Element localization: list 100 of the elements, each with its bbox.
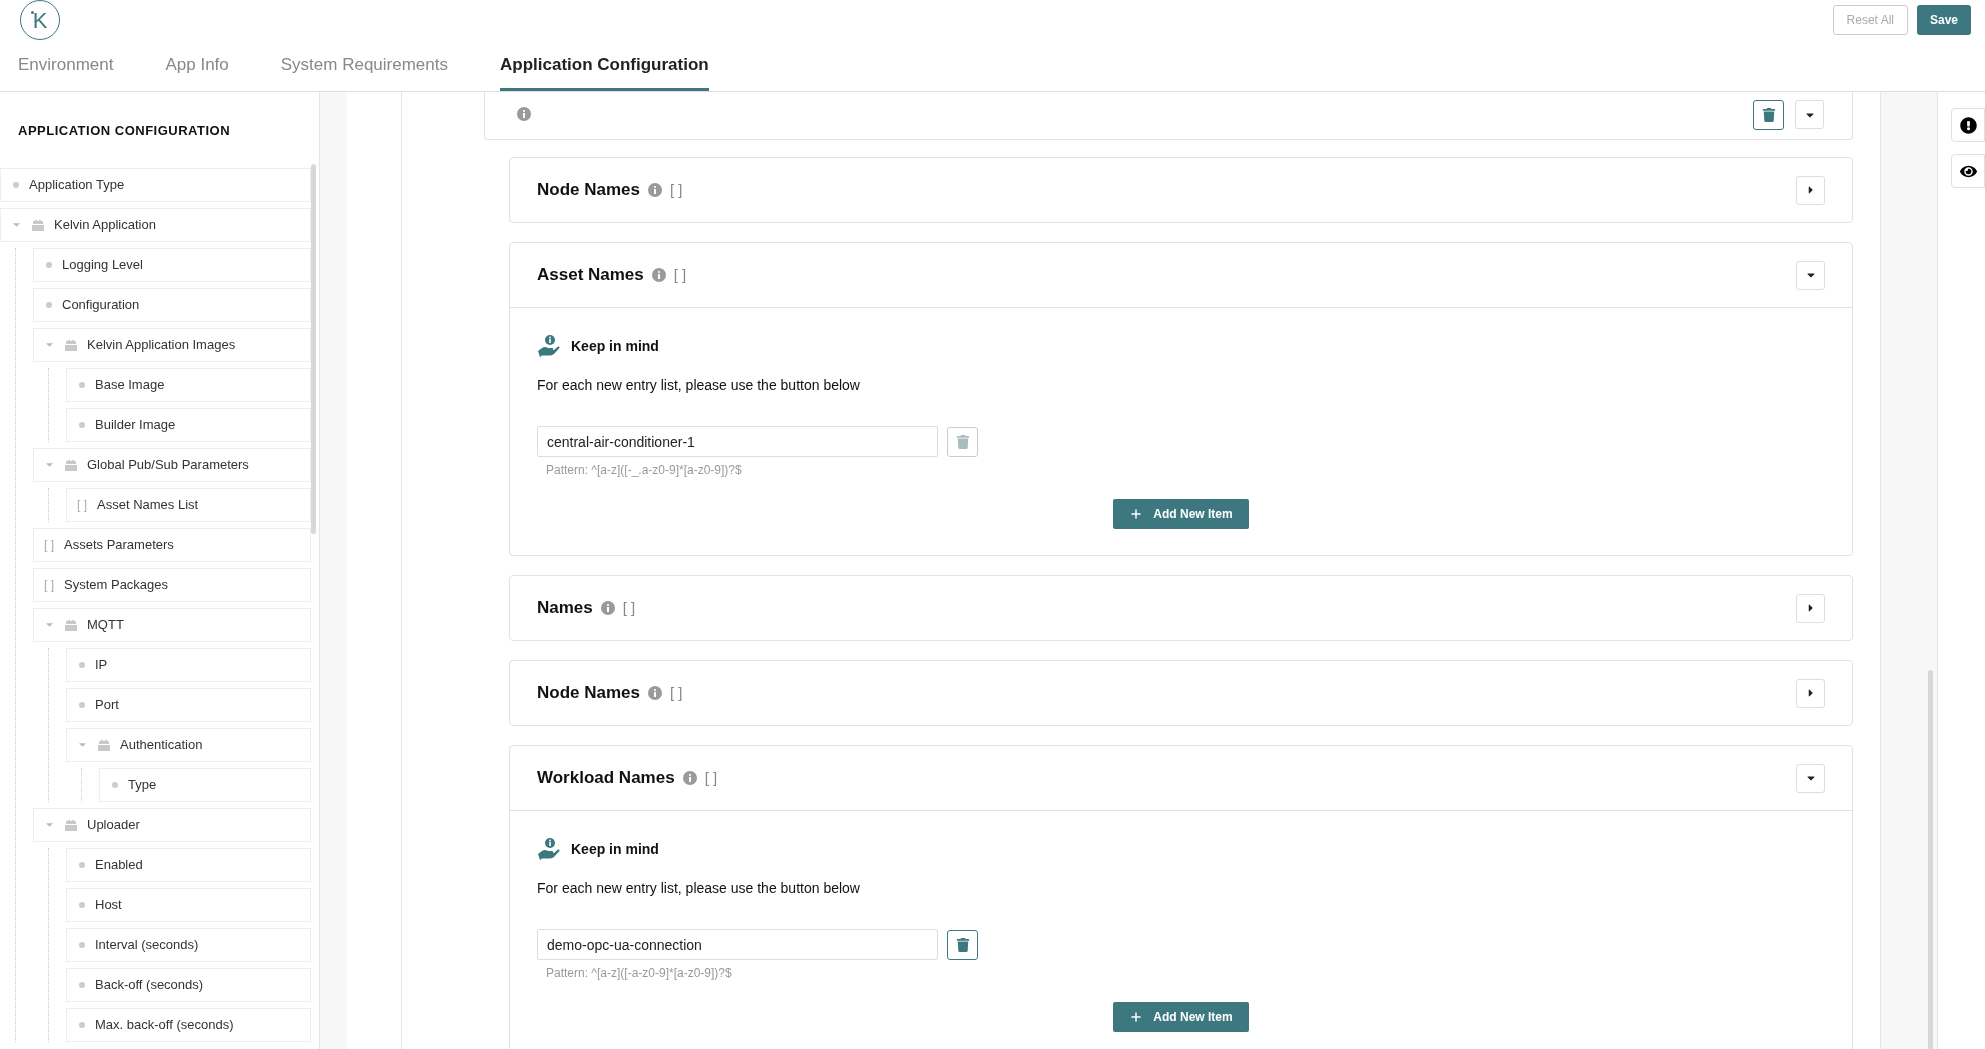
text-input[interactable]: demo-opc-ua-connection — [537, 929, 938, 960]
eye-icon[interactable] — [1951, 154, 1985, 188]
bullet-icon — [112, 781, 118, 788]
tree-item[interactable]: Global Pub/Sub Parameters — [33, 447, 311, 482]
tree-item-label: Builder Image — [95, 415, 176, 434]
plus-icon — [1129, 1010, 1144, 1024]
section-title: Asset Names — [537, 264, 644, 287]
expand-button[interactable] — [1795, 100, 1824, 129]
tree-item[interactable]: Max. back-off (seconds) — [66, 1007, 311, 1042]
tree-item-label: Kelvin Application Images — [87, 335, 236, 354]
tree-item[interactable]: [ ] System Packages — [33, 567, 311, 602]
tree-item-label: Interval (seconds) — [95, 935, 199, 954]
add-new-item-button[interactable]: Add New Item — [1113, 1002, 1249, 1032]
tree-item-label: Back-off (seconds) — [95, 975, 204, 994]
tab[interactable]: System Requirements — [280, 41, 448, 91]
pattern-hint: Pattern: ^[a-z]([-_.a-z0-9]*[a-z0-9])?$ — [546, 462, 743, 479]
tab[interactable]: Application Configuration — [500, 41, 709, 91]
tree-item[interactable]: Interval (seconds) — [66, 927, 311, 962]
tree-item[interactable]: Kelvin Application — [0, 207, 311, 242]
bullet-icon — [79, 901, 85, 908]
tree-item-label: Type — [128, 775, 157, 794]
box-icon — [98, 738, 110, 751]
bullet-icon — [79, 941, 85, 948]
info-icon — [651, 268, 666, 282]
tree-item[interactable]: Enabled — [66, 847, 311, 882]
trash-icon — [1761, 108, 1776, 122]
tree-item-label: Application Type — [29, 175, 125, 194]
tree-item[interactable]: MQTT — [33, 607, 311, 642]
tree-item-label: IP — [95, 655, 108, 674]
tree-item[interactable]: IP — [66, 647, 311, 682]
tree-item-label: Assets Parameters — [64, 535, 174, 554]
bullet-icon — [79, 421, 85, 428]
tree-item[interactable]: Authentication — [66, 727, 311, 762]
box-icon — [65, 338, 77, 351]
list-marker: [ ] — [670, 179, 683, 200]
tree-item[interactable]: Logging Level — [33, 247, 311, 282]
box-icon — [32, 218, 44, 231]
tab[interactable]: Environment — [18, 41, 114, 91]
tree-item-label: Asset Names List — [97, 495, 199, 514]
tree-item[interactable]: Port — [66, 687, 311, 722]
tab[interactable]: App Info — [165, 41, 229, 91]
bullet-icon — [79, 701, 85, 708]
expand-button[interactable] — [1796, 763, 1825, 793]
bullet-icon — [79, 661, 85, 668]
tree-item[interactable]: Back-off (seconds) — [66, 967, 311, 1002]
plus-icon — [1129, 507, 1144, 521]
box-icon — [65, 818, 77, 831]
text-input[interactable]: central-air-conditioner-1 — [537, 426, 938, 457]
scrollbar[interactable] — [311, 164, 316, 534]
tree-item[interactable]: Uploader — [33, 807, 311, 842]
tree-item[interactable]: [ ] Assets Parameters — [33, 527, 311, 562]
tree-item-label: System Packages — [64, 575, 169, 594]
expand-button[interactable] — [1796, 678, 1825, 708]
tree-item[interactable]: Application Type — [0, 167, 311, 202]
tree-item-label: Base Image — [95, 375, 165, 394]
box-icon — [65, 458, 77, 471]
notice-text: For each new entry list, please use the button below — [537, 376, 861, 395]
tree-item[interactable]: Host — [66, 887, 311, 922]
list-marker: [ ] — [670, 682, 683, 703]
box-icon — [65, 618, 77, 631]
notice-title: Keep in mind — [571, 839, 659, 859]
tree-item-label: MQTT — [87, 615, 124, 634]
hand-info-icon — [537, 837, 561, 861]
delete-button[interactable] — [1753, 100, 1784, 130]
expand-button[interactable] — [1796, 260, 1825, 290]
trash-icon — [955, 937, 970, 952]
tree-item-label: Max. back-off (seconds) — [95, 1015, 234, 1034]
info-icon — [682, 771, 697, 785]
section-title: Names — [537, 597, 593, 620]
list-marker: [ ] — [704, 767, 718, 788]
tree-item-label: Port — [95, 695, 119, 714]
scrollbar[interactable] — [1928, 670, 1933, 1049]
tree-item-label: Uploader — [87, 815, 140, 834]
tree-item[interactable]: Base Image — [66, 367, 311, 402]
tree-item[interactable]: Type — [99, 767, 311, 802]
list-marker: [ ] — [44, 536, 54, 554]
delete-button[interactable] — [947, 929, 978, 960]
hand-info-icon — [537, 334, 561, 358]
bullet-icon — [79, 861, 85, 868]
add-new-item-button[interactable]: Add New Item — [1113, 499, 1249, 529]
info-icon — [648, 183, 662, 197]
tree-item[interactable]: Kelvin Application Images — [33, 327, 311, 362]
info-icon — [600, 601, 615, 615]
tree-item[interactable]: Builder Image — [66, 407, 311, 442]
expand-button[interactable] — [1796, 593, 1825, 623]
sidebar-title: APPLICATION CONFIGURATION — [17, 122, 232, 140]
save-button[interactable]: Save — [1916, 5, 1971, 35]
section-title: Node Names — [537, 179, 640, 202]
bullet-icon — [46, 261, 52, 268]
list-marker: [ ] — [44, 576, 54, 594]
tree-item[interactable]: Configuration — [33, 287, 311, 322]
section-title: Workload Names — [537, 767, 675, 790]
tree-item-label: Configuration — [62, 295, 140, 314]
list-marker: [ ] — [77, 496, 87, 514]
alert-icon[interactable] — [1951, 108, 1985, 142]
tree-item-label: Enabled — [95, 855, 143, 874]
tree-item[interactable]: [ ] Asset Names List — [66, 487, 311, 522]
expand-button[interactable] — [1796, 175, 1825, 205]
list-marker: [ ] — [622, 597, 636, 618]
trash-icon — [955, 434, 970, 449]
